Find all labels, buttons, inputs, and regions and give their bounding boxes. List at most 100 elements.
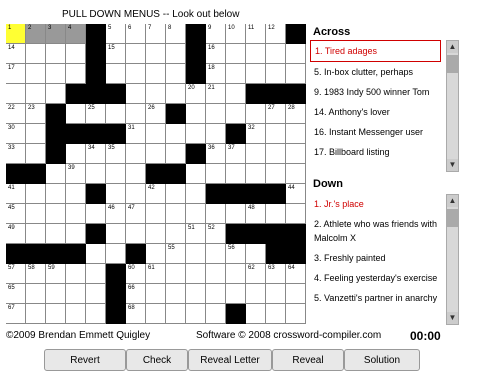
grid-cell[interactable]	[46, 204, 66, 224]
grid-cell[interactable]	[166, 304, 186, 324]
grid-cell[interactable]	[266, 204, 286, 224]
clue-item[interactable]: 1. Tired adages	[310, 40, 441, 62]
grid-cell[interactable]	[246, 104, 266, 124]
grid-cell[interactable]	[86, 204, 106, 224]
grid-cell[interactable]: 57	[6, 264, 26, 284]
grid-cell[interactable]: 64	[286, 264, 306, 284]
grid-cell[interactable]	[246, 164, 266, 184]
grid-cell[interactable]: 34	[86, 144, 106, 164]
grid-cell[interactable]: 8	[166, 24, 186, 44]
grid-cell[interactable]	[166, 64, 186, 84]
grid-cell[interactable]: 55	[166, 244, 186, 264]
grid-cell[interactable]	[26, 84, 46, 104]
grid-cell[interactable]	[206, 124, 226, 144]
grid-cell[interactable]	[206, 284, 226, 304]
grid-cell[interactable]	[66, 204, 86, 224]
grid-cell[interactable]	[186, 104, 206, 124]
clue-item[interactable]: 2. Athlete who was friends with Malcolm …	[310, 214, 441, 248]
grid-cell[interactable]	[226, 104, 246, 124]
grid-cell[interactable]	[226, 164, 246, 184]
grid-cell[interactable]	[66, 44, 86, 64]
grid-cell[interactable]	[206, 204, 226, 224]
grid-cell[interactable]: 49	[6, 224, 26, 244]
scroll-down-arrow-icon[interactable]: ▼	[447, 159, 458, 171]
scroll-up-arrow-icon[interactable]: ▲	[447, 41, 458, 53]
grid-cell[interactable]: 62	[246, 264, 266, 284]
grid-cell[interactable]: 51	[186, 224, 206, 244]
grid-cell[interactable]	[186, 184, 206, 204]
grid-cell[interactable]	[126, 164, 146, 184]
crossword-grid[interactable]: 1 2 3 4 5 6 7 8 9 10 11 12 14 15 16 17 18 20 21 22 23 25 26 27 2…	[6, 24, 306, 324]
grid-cell[interactable]: 25	[86, 104, 106, 124]
grid-cell[interactable]: 68	[126, 304, 146, 324]
grid-cell[interactable]	[226, 64, 246, 84]
grid-cell[interactable]: 2	[26, 24, 46, 44]
grid-cell[interactable]	[246, 284, 266, 304]
clue-item[interactable]: 4. Feeling yesterday's exercise	[310, 268, 441, 288]
grid-cell[interactable]: 63	[266, 264, 286, 284]
grid-cell[interactable]	[186, 124, 206, 144]
grid-cell[interactable]	[146, 84, 166, 104]
across-scrollbar[interactable]: ▲ ▼	[446, 40, 459, 172]
grid-cell[interactable]	[266, 124, 286, 144]
grid-cell[interactable]	[106, 104, 126, 124]
grid-cell[interactable]	[46, 304, 66, 324]
grid-cell[interactable]	[246, 64, 266, 84]
grid-cell[interactable]	[226, 84, 246, 104]
grid-cell[interactable]	[86, 264, 106, 284]
grid-cell[interactable]	[126, 104, 146, 124]
grid-cell[interactable]	[106, 64, 126, 84]
clue-item[interactable]: 1. Jr.'s place	[310, 194, 441, 214]
grid-cell[interactable]	[66, 144, 86, 164]
grid-cell[interactable]	[186, 164, 206, 184]
grid-cell[interactable]	[186, 264, 206, 284]
grid-cell[interactable]: 1	[6, 24, 26, 44]
grid-cell[interactable]	[126, 44, 146, 64]
scroll-down-arrow-icon[interactable]: ▼	[447, 312, 458, 324]
grid-cell[interactable]	[26, 284, 46, 304]
solution-button[interactable]: Solution	[344, 349, 420, 371]
grid-cell[interactable]	[106, 244, 126, 264]
grid-cell[interactable]: 47	[126, 204, 146, 224]
grid-cell[interactable]	[66, 184, 86, 204]
reveal-button[interactable]: Reveal	[272, 349, 344, 371]
down-clue-list[interactable]: 1. Jr.'s place 2. Athlete who was friends…	[310, 194, 441, 324]
grid-cell[interactable]: 46	[106, 204, 126, 224]
grid-cell[interactable]	[286, 44, 306, 64]
grid-cell[interactable]	[166, 284, 186, 304]
grid-cell[interactable]	[126, 224, 146, 244]
grid-cell[interactable]	[166, 204, 186, 224]
grid-cell[interactable]: 45	[6, 204, 26, 224]
grid-cell[interactable]: 42	[146, 184, 166, 204]
grid-cell[interactable]	[86, 284, 106, 304]
grid-cell[interactable]	[106, 224, 126, 244]
grid-cell[interactable]	[66, 104, 86, 124]
grid-cell[interactable]: 48	[246, 204, 266, 224]
grid-cell[interactable]	[46, 184, 66, 204]
grid-cell[interactable]: 67	[6, 304, 26, 324]
grid-cell[interactable]: 21	[206, 84, 226, 104]
grid-cell[interactable]: 10	[226, 24, 246, 44]
grid-cell[interactable]	[186, 284, 206, 304]
grid-cell[interactable]	[246, 44, 266, 64]
grid-cell[interactable]: 58	[26, 264, 46, 284]
grid-cell[interactable]	[46, 44, 66, 64]
grid-cell[interactable]	[246, 244, 266, 264]
grid-cell[interactable]	[86, 164, 106, 184]
grid-cell[interactable]: 66	[126, 284, 146, 304]
grid-cell[interactable]: 36	[206, 144, 226, 164]
grid-cell[interactable]: 37	[226, 144, 246, 164]
check-button[interactable]: Check	[126, 349, 188, 371]
grid-cell[interactable]	[26, 124, 46, 144]
grid-cell[interactable]	[166, 224, 186, 244]
grid-cell[interactable]	[266, 164, 286, 184]
grid-cell[interactable]: 44	[286, 184, 306, 204]
grid-cell[interactable]: 56	[226, 244, 246, 264]
grid-cell[interactable]	[46, 84, 66, 104]
grid-cell[interactable]	[66, 284, 86, 304]
grid-cell[interactable]	[166, 184, 186, 204]
grid-cell[interactable]: 20	[186, 84, 206, 104]
grid-cell[interactable]	[26, 64, 46, 84]
grid-cell[interactable]	[146, 224, 166, 244]
grid-cell[interactable]	[146, 44, 166, 64]
